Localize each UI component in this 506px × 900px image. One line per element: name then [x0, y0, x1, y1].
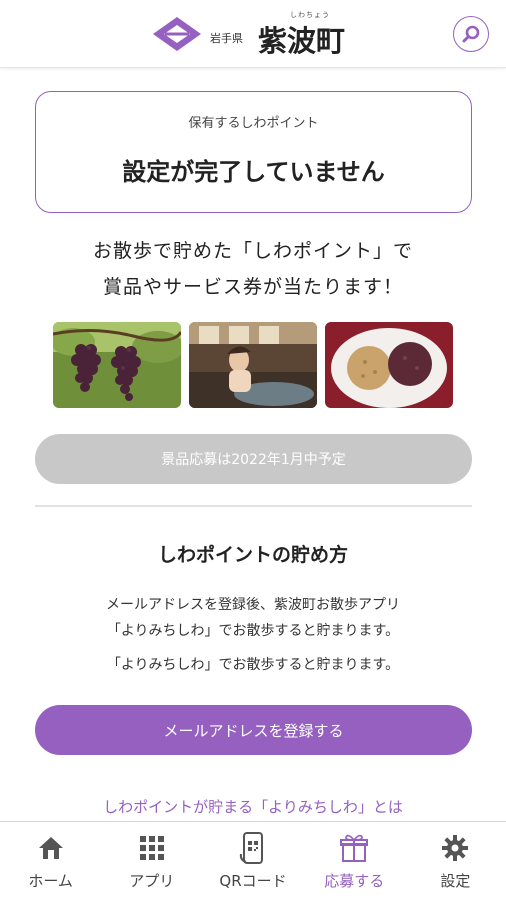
town-logo-icon	[153, 17, 201, 51]
gear-icon	[442, 835, 469, 861]
prefecture-label: 岩手県	[210, 32, 243, 45]
qr-code-icon	[239, 832, 263, 864]
bottom-tab-bar: ホーム アプリ QRコード 応募する 設定	[0, 821, 506, 900]
how-to-line-1: メールアドレスを登録後、紫波町お散歩アプリ	[106, 597, 400, 613]
tab-qr-code[interactable]: QRコード	[202, 822, 303, 900]
intro-line-2: 賞品やサービス券が当たります！	[102, 276, 403, 298]
search-icon	[462, 25, 480, 43]
tab-qr-code-label: QRコード	[219, 872, 287, 890]
tab-apply[interactable]: 応募する	[304, 822, 405, 900]
how-to-line-3: 「よりみちしわ」でお散歩すると貯まります。	[106, 657, 400, 673]
intro-line-1: お散歩で貯めた「しわポイント」で	[92, 240, 413, 262]
gift-icon	[340, 834, 369, 862]
tab-settings[interactable]: 設定	[405, 822, 506, 900]
register-email-label: メールアドレスを登録する	[163, 721, 344, 740]
search-button[interactable]	[453, 16, 489, 52]
points-card: 保有するしわポイント 設定が完了していません	[35, 91, 472, 213]
how-to-line-2: 「よりみちしわ」でお散歩すると貯まります。	[106, 623, 400, 639]
app-header: 岩手県 しわちょう 紫波町	[0, 0, 506, 68]
town-name: 紫波町	[258, 24, 346, 58]
tab-apps-label: アプリ	[129, 872, 175, 890]
how-to-title: しわポイントの貯め方	[157, 544, 348, 566]
yorimichi-info-link[interactable]: しわポイントが貯まる「よりみちしわ」とは	[0, 796, 506, 817]
register-email-button[interactable]: メールアドレスを登録する	[35, 705, 472, 755]
grapes-photo	[53, 322, 181, 408]
tab-home[interactable]: ホーム	[0, 822, 101, 900]
section-divider	[35, 505, 472, 507]
tab-apply-label: 応募する	[324, 872, 385, 890]
home-icon	[38, 837, 63, 859]
prize-application-label: 景品応募は2022年1月中予定	[161, 452, 346, 468]
points-status: 設定が完了していません	[122, 158, 385, 186]
apps-grid-icon	[139, 836, 164, 860]
onsen-photo	[189, 322, 317, 408]
manju-photo	[325, 322, 453, 408]
prize-application-button[interactable]: 景品応募は2022年1月中予定	[35, 434, 472, 484]
tab-home-label: ホーム	[28, 872, 73, 890]
tab-apps[interactable]: アプリ	[101, 822, 202, 900]
points-label: 保有するしわポイント	[188, 116, 319, 131]
tab-settings-label: 設定	[440, 872, 471, 890]
